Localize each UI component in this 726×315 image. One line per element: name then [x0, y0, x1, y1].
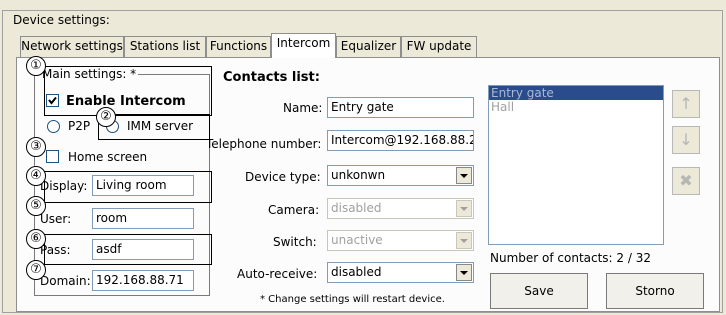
- frame-title: Device settings:: [11, 13, 112, 27]
- p2p-label: P2P: [68, 119, 91, 133]
- callout-2: ②: [96, 107, 116, 127]
- domain-input[interactable]: 192.168.88.71: [92, 270, 194, 291]
- delete-button[interactable]: ✖: [672, 167, 700, 195]
- callout-6: ⑥: [26, 229, 46, 249]
- camera-value: disabled: [331, 201, 382, 215]
- tab-stations-list[interactable]: Stations list: [124, 36, 206, 57]
- delete-icon: ✖: [679, 171, 693, 190]
- user-input[interactable]: room: [92, 208, 194, 229]
- move-up-button[interactable]: ↑: [672, 90, 700, 118]
- user-label: User:: [40, 212, 72, 226]
- name-label: Name:: [283, 101, 323, 115]
- list-item[interactable]: Entry gate: [489, 86, 663, 100]
- storno-button[interactable]: Storno: [606, 273, 704, 309]
- auto-receive-select[interactable]: disabled: [327, 262, 474, 283]
- callout-box-4: [44, 171, 212, 203]
- tab-fw-update[interactable]: FW update: [401, 36, 477, 57]
- switch-select[interactable]: unactive: [327, 230, 474, 251]
- device-type-select[interactable]: unkonwn: [327, 165, 474, 186]
- callout-4: ④: [26, 166, 46, 186]
- contacts-title: Contacts list:: [223, 70, 320, 85]
- device-type-value: unkonwn: [331, 168, 386, 182]
- arrow-down-icon: ↓: [679, 130, 693, 149]
- camera-label: Camera:: [268, 203, 320, 217]
- chevron-down-icon: [456, 264, 472, 281]
- tab-equalizer[interactable]: Equalizer: [336, 36, 401, 57]
- name-input[interactable]: Entry gate: [327, 97, 474, 118]
- home-screen-checkbox[interactable]: [46, 150, 59, 163]
- auto-receive-value: disabled: [331, 265, 382, 279]
- save-button[interactable]: Save: [490, 273, 588, 309]
- switch-label: Switch:: [273, 235, 317, 249]
- move-down-button[interactable]: ↓: [672, 126, 700, 154]
- callout-box-6: [44, 234, 212, 265]
- callout-box-1: [44, 66, 212, 116]
- auto-receive-label: Auto-receive:: [237, 267, 318, 281]
- domain-label: Domain:: [40, 274, 91, 288]
- contacts-count: Number of contacts: 2 / 32: [490, 251, 651, 265]
- camera-select[interactable]: disabled: [327, 198, 474, 219]
- tab-network-settings[interactable]: Network settings: [20, 36, 124, 57]
- chevron-down-icon: [456, 167, 472, 184]
- switch-value: unactive: [331, 233, 383, 247]
- chevron-down-icon: [456, 200, 472, 217]
- arrow-up-icon: ↑: [679, 94, 693, 113]
- callout-3: ③: [26, 137, 46, 157]
- home-screen-label: Home screen: [68, 150, 148, 164]
- callout-5: ⑤: [26, 196, 46, 216]
- device-type-label: Device type:: [245, 170, 321, 184]
- tab-intercom[interactable]: Intercom: [271, 33, 336, 58]
- list-item[interactable]: Hall: [489, 100, 663, 114]
- telephone-label: Telephone number:: [206, 137, 322, 151]
- p2p-radio[interactable]: [47, 120, 60, 133]
- telephone-input[interactable]: Intercom@192.168.88.20: [327, 130, 474, 151]
- contacts-listbox[interactable]: Entry gate Hall: [488, 85, 664, 245]
- tab-functions[interactable]: Functions: [206, 36, 271, 57]
- restart-note: * Change settings will restart device.: [260, 294, 445, 305]
- callout-7: ⑦: [26, 260, 46, 280]
- chevron-down-icon: [456, 232, 472, 249]
- callout-1: ①: [26, 56, 46, 76]
